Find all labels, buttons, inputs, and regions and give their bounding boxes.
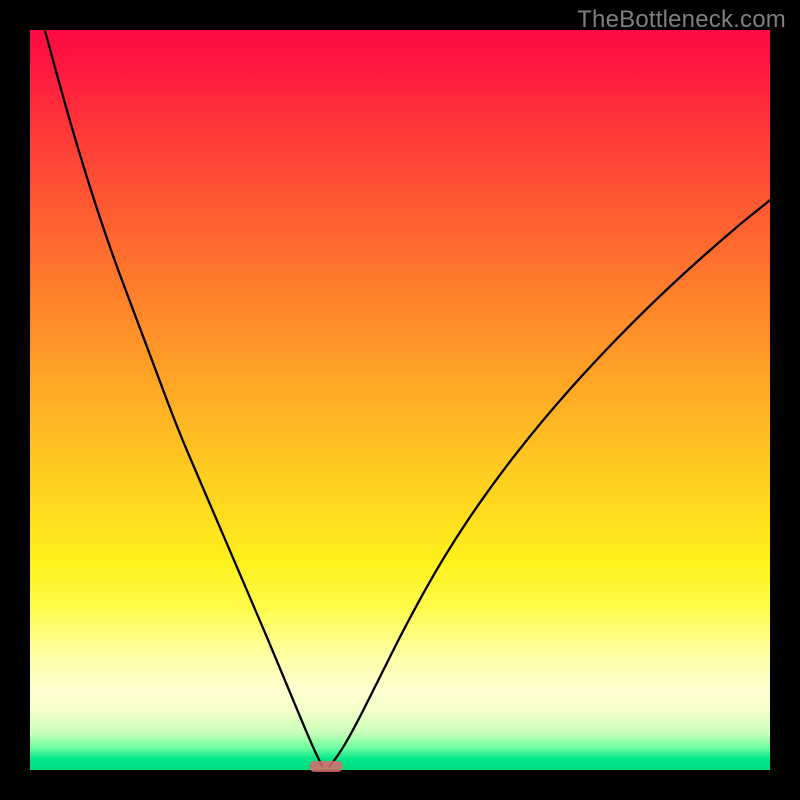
watermark-text: TheBottleneck.com (577, 6, 786, 34)
plot-area (30, 30, 770, 770)
curve-left-branch (45, 30, 323, 766)
curve-right-branch (330, 200, 770, 766)
curve-layer (30, 30, 770, 770)
chart-frame: TheBottleneck.com (0, 0, 800, 800)
min-marker (309, 761, 342, 772)
